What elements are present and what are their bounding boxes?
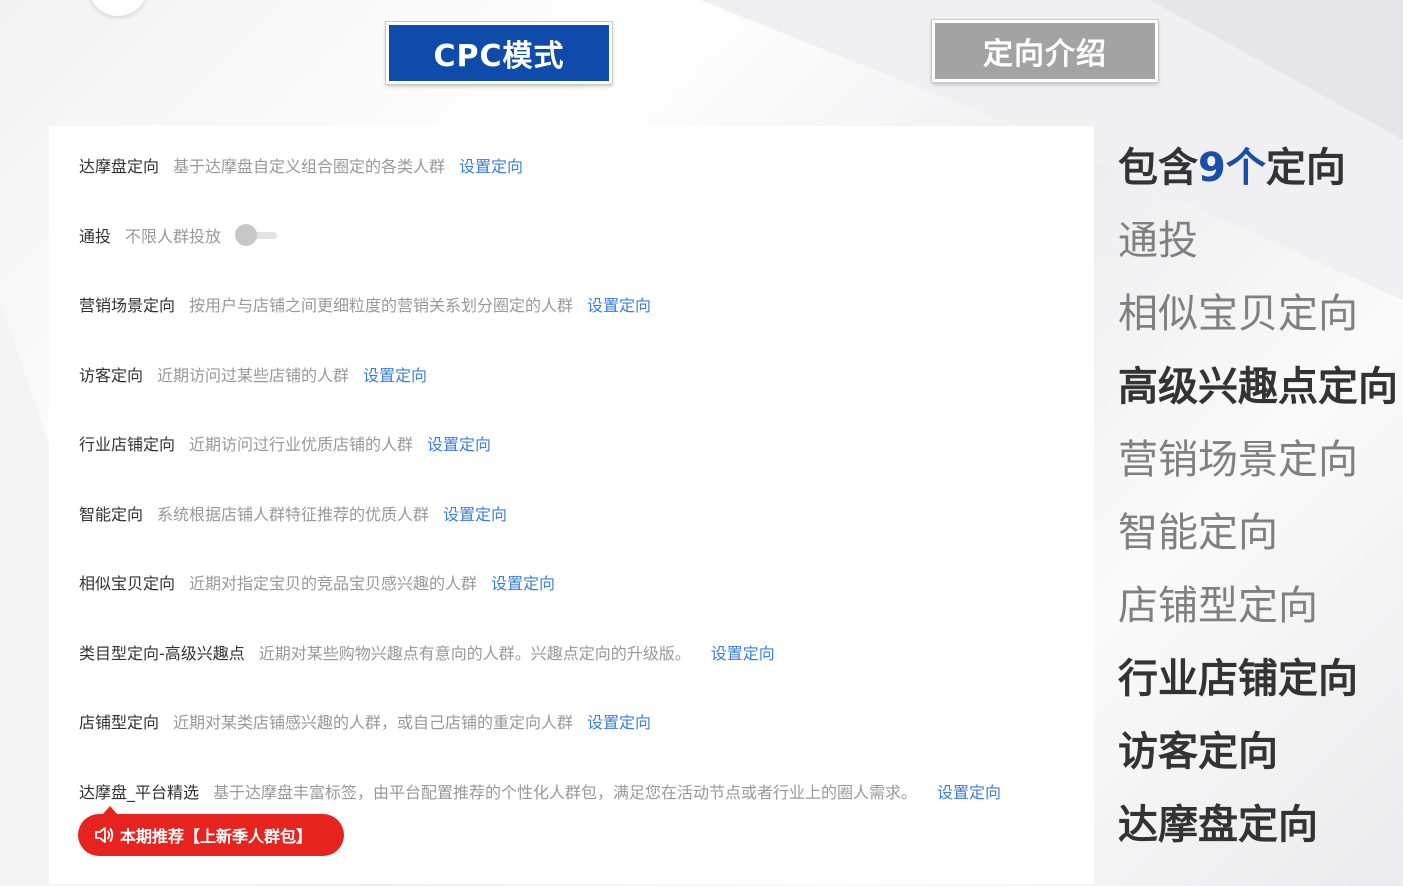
row-label: 行业店铺定向: [79, 435, 176, 454]
summary-item: 相似宝贝定向: [1118, 291, 1358, 337]
row-label: 类目型定向-高级兴趣点: [79, 644, 245, 663]
summary-heading-suffix: 定向: [1265, 145, 1346, 191]
list-item-dmp-platform: 达摩盘_平台精选 基于达摩盘丰富标签，由平台配置推荐的个性化人群包，满足您在活动…: [79, 779, 1001, 803]
summary-item: 行业店铺定向: [1118, 656, 1358, 702]
set-targeting-link[interactable]: 设置定向: [491, 570, 555, 594]
row-label: 访客定向: [79, 366, 144, 385]
set-targeting-link[interactable]: 设置定向: [587, 292, 651, 316]
summary-item: 访客定向: [1118, 729, 1278, 775]
set-targeting-link[interactable]: 设置定向: [363, 362, 427, 386]
list-item-dmp: 达摩盘定向 基于达摩盘自定义组合圈定的各类人群 设置定向: [79, 153, 523, 177]
list-item-industry-store: 行业店铺定向 近期访问过行业优质店铺的人群 设置定向: [79, 431, 491, 455]
list-item-marketing-scene: 营销场景定向 按用户与店铺之间更细粒度的营销关系划分圈定的人群 设置定向: [79, 292, 651, 316]
toggle-knob: [235, 224, 258, 246]
summary-heading: 包含9个定向: [1118, 140, 1403, 213]
row-label: 智能定向: [79, 505, 144, 524]
broad-toggle-switch[interactable]: [235, 224, 279, 246]
list-item-broad: 通投 不限人群投放: [79, 223, 279, 247]
row-description: 近期访问过行业优质店铺的人群: [189, 435, 414, 454]
set-targeting-link[interactable]: 设置定向: [443, 501, 507, 525]
targeting-list-panel: 达摩盘定向 基于达摩盘自定义组合圈定的各类人群 设置定向 通投 不限人群投放 营…: [49, 126, 1094, 884]
row-label: 相似宝贝定向: [79, 574, 176, 593]
summary-item: 营销场景定向: [1118, 437, 1358, 483]
summary-heading-prefix: 包含: [1118, 145, 1198, 191]
list-item-store-type: 店铺型定向 近期对某类店铺感兴趣的人群，或自己店铺的重定向人群 设置定向: [79, 709, 651, 733]
cpc-mode-tab[interactable]: CPC模式: [386, 22, 612, 84]
summary-item: 店铺型定向: [1118, 583, 1318, 629]
summary-item: 通投: [1118, 218, 1198, 264]
targeting-intro-tab[interactable]: 定向介绍: [932, 20, 1158, 82]
list-item-category-interest: 类目型定向-高级兴趣点 近期对某些购物兴趣点有意向的人群。兴趣点定向的升级版。 …: [79, 640, 775, 664]
row-label: 营销场景定向: [79, 296, 176, 315]
decorative-shape: [88, 0, 148, 16]
row-description: 按用户与店铺之间更细粒度的营销关系划分圈定的人群: [189, 296, 574, 315]
set-targeting-link[interactable]: 设置定向: [937, 779, 1001, 803]
set-targeting-link[interactable]: 设置定向: [459, 153, 523, 177]
row-description: 近期对某类店铺感兴趣的人群，或自己店铺的重定向人群: [173, 713, 574, 732]
summary-heading-count: 9个: [1198, 145, 1266, 191]
row-description: 近期对指定宝贝的竞品宝贝感兴趣的人群: [189, 574, 478, 593]
summary-item: 高级兴趣点定向: [1118, 364, 1398, 410]
row-description: 基于达摩盘丰富标签，由平台配置推荐的个性化人群包，满足您在活动节点或者行业上的圈…: [213, 783, 918, 802]
row-label: 达摩盘定向: [79, 157, 160, 176]
targeting-summary: 包含9个定向 通投 相似宝贝定向 高级兴趣点定向 营销场景定向 智能定向 店铺型…: [1118, 140, 1403, 870]
summary-item: 达摩盘定向: [1118, 802, 1318, 848]
row-label: 店铺型定向: [79, 713, 160, 732]
set-targeting-link[interactable]: 设置定向: [427, 431, 491, 455]
recommend-badge[interactable]: 本期推荐【上新季人群包】: [78, 806, 344, 856]
summary-item: 智能定向: [1118, 510, 1278, 556]
row-label: 通投: [79, 227, 112, 246]
row-description: 近期访问过某些店铺的人群: [157, 366, 350, 385]
row-description: 基于达摩盘自定义组合圈定的各类人群: [173, 157, 446, 176]
set-targeting-link[interactable]: 设置定向: [587, 709, 651, 733]
speaker-icon: [95, 827, 114, 843]
row-label: 达摩盘_平台精选: [79, 783, 200, 802]
list-item-similar-item: 相似宝贝定向 近期对指定宝贝的竞品宝贝感兴趣的人群 设置定向: [79, 570, 555, 594]
list-item-smart: 智能定向 系统根据店铺人群特征推荐的优质人群 设置定向: [79, 501, 507, 525]
row-description: 系统根据店铺人群特征推荐的优质人群: [157, 505, 430, 524]
set-targeting-link[interactable]: 设置定向: [711, 640, 775, 664]
row-description: 不限人群投放: [125, 227, 222, 246]
list-item-visitor: 访客定向 近期访问过某些店铺的人群 设置定向: [79, 362, 427, 386]
recommend-badge-text: 本期推荐【上新季人群包】: [120, 827, 313, 846]
row-description: 近期对某些购物兴趣点有意向的人群。兴趣点定向的升级版。: [258, 644, 691, 663]
